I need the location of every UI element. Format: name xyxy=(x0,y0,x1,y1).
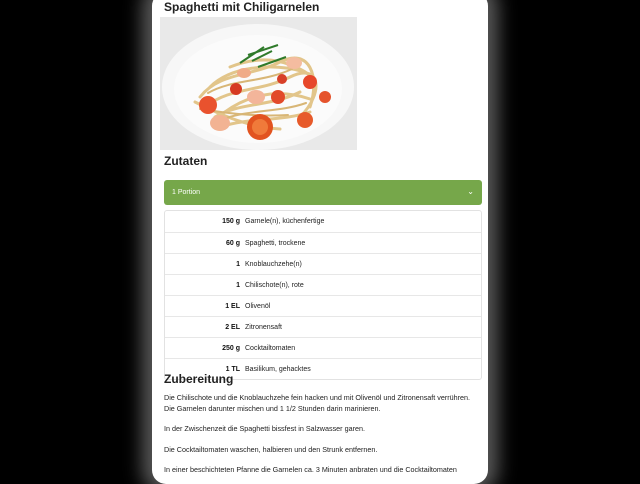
preparation-step: Die Chilischote und die Knoblauchzehe fe… xyxy=(164,393,471,413)
portion-select-value: 1 Portion xyxy=(172,189,201,196)
preparation-step: In einer beschichteten Pfanne die Garnel… xyxy=(164,465,457,474)
preparation-text: Die Chilischote und die Knoblauchzehe fe… xyxy=(164,393,482,484)
ingredient-row: 1 Chilischote(n), rote xyxy=(165,274,481,295)
ingredient-row: 250 g Cocktailtomaten xyxy=(165,337,481,358)
preparation-heading: Zubereitung xyxy=(164,372,234,386)
ingredient-amount: 150 g xyxy=(222,218,240,225)
ingredient-amount: 60 g xyxy=(225,239,240,247)
ingredient-name: Garnele(n), küchenfertige xyxy=(245,218,325,225)
recipe-photo xyxy=(160,17,357,150)
ingredient-name: Spaghetti, trockene xyxy=(245,239,306,247)
ingredient-name: Zitronensaft xyxy=(245,323,282,331)
pasta-dish-image xyxy=(160,17,357,150)
ingredient-row: 2 EL Zitronensaft xyxy=(165,316,481,337)
preparation-step: Die Cocktailtomaten waschen, halbieren u… xyxy=(164,444,378,454)
ingredient-name: Basilikum, gehacktes xyxy=(245,365,311,373)
ingredient-name: Olivenöl xyxy=(245,302,271,310)
ingredient-name: Cocktailtomaten xyxy=(245,344,296,352)
ingredient-amount: 250 g xyxy=(222,344,240,352)
ingredient-amount: 1 EL xyxy=(225,302,240,310)
preparation-step: In der Zwischenzeit die Spaghetti bissfe… xyxy=(164,424,365,433)
ingredient-name: Chilischote(n), rote xyxy=(245,281,304,289)
screen-background: Spaghetti mit Chiligarnelen Zutaten 1 Po… xyxy=(0,0,640,484)
ingredient-name: Knoblauchzehe(n) xyxy=(245,260,302,268)
ingredients-table: 150 g Garnele(n), küchenfertige 60 g Spa… xyxy=(164,210,482,380)
portion-select[interactable]: 1 Portion ⌄ xyxy=(164,180,482,205)
ingredient-amount: 2 EL xyxy=(225,323,240,331)
recipe-page: Spaghetti mit Chiligarnelen Zutaten 1 Po… xyxy=(152,0,488,484)
recipe-title: Spaghetti mit Chiligarnelen xyxy=(164,0,320,14)
ingredient-row: 1 EL Olivenöl xyxy=(165,295,481,316)
chevron-down-icon: ⌄ xyxy=(467,187,474,196)
ingredient-row: 1 Knoblauchzehe(n) xyxy=(165,253,481,274)
ingredients-heading: Zutaten xyxy=(164,154,208,168)
ingredient-row: 150 g Garnele(n), küchenfertige xyxy=(165,211,481,232)
ingredient-amount: 1 xyxy=(236,281,240,289)
ingredient-amount: 1 xyxy=(236,260,240,268)
ingredient-row: 60 g Spaghetti, trockene xyxy=(165,232,481,253)
